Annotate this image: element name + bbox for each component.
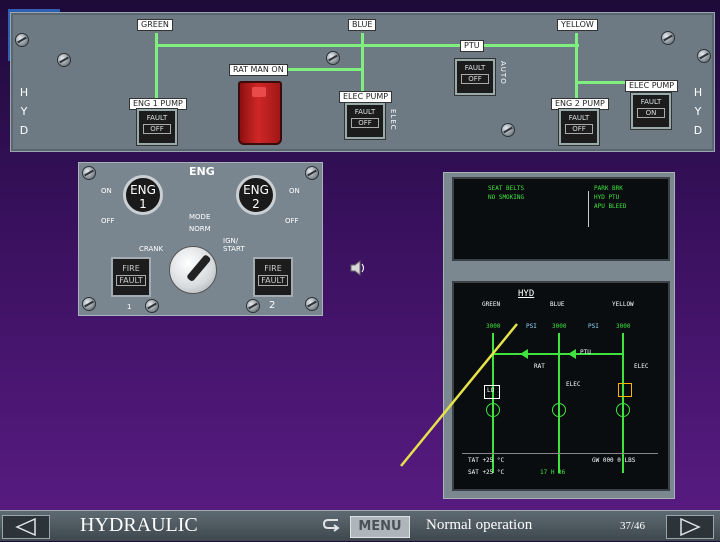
screw-icon [15, 33, 29, 47]
rat-man-on-guard[interactable] [238, 81, 282, 145]
green-system-label: GREEN [137, 19, 173, 31]
eng1-on-label: ON [101, 187, 112, 195]
hyd-page-title: HYD [518, 289, 535, 299]
screw-icon [246, 299, 260, 313]
eng2-master-switch[interactable]: ENG 2 [236, 175, 276, 215]
screw-icon [82, 166, 96, 180]
memo-divider [588, 191, 589, 227]
memo-park-brk: PARK BRK [594, 185, 623, 192]
eng2-number: 2 [269, 300, 276, 311]
syn-blue-pressure: 3000 [552, 323, 567, 330]
eng1-master-switch[interactable]: ENG 1 [123, 175, 163, 215]
status-text: Normal operation [426, 517, 533, 533]
memo-seat-belts: SEAT BELTS [488, 185, 525, 192]
screw-icon [305, 297, 319, 311]
arrow-right-icon [680, 517, 701, 537]
eng2-pump-button[interactable]: FAULT OFF [559, 109, 599, 145]
eng1-fire-fault-button[interactable]: FIRE FAULT [111, 257, 151, 297]
syn-green-label: GREEN [482, 301, 501, 308]
screw-icon [501, 123, 515, 137]
ptu-button[interactable]: FAULT OFF [455, 59, 495, 95]
crank-label: CRANK [139, 245, 164, 253]
syn-elec-pump-box [618, 383, 632, 397]
side-letters-left: HYD [19, 86, 29, 137]
rat-man-on-label: RAT MAN ON [229, 64, 288, 76]
auto-label: AUTO [499, 61, 507, 85]
bottom-nav-bar: HYDRAULIC MENU Normal operation 37/46 [0, 510, 720, 541]
blue-line [361, 33, 364, 93]
sat-readout: SAT +25 °C [468, 469, 505, 476]
screw-icon [697, 49, 711, 63]
clock-readout: 17 H 36 [540, 469, 566, 476]
section-title: HYDRAULIC [80, 514, 198, 536]
hyd-overhead-panel: HYD HYD GREEN BLUE YELLOW PTU RAT MAN ON… [10, 12, 715, 152]
rat-line [279, 68, 363, 71]
syn-rat-label: RAT [534, 363, 545, 370]
eng1-pump-button[interactable]: FAULT OFF [137, 109, 177, 145]
ign-start-label: IGN/ START [223, 237, 245, 253]
syn-ptu-arrow-icon [568, 349, 576, 359]
eng-panel-title: ENG [189, 165, 215, 178]
syn-elec-label-right: ELEC [634, 363, 649, 370]
mode-label: MODE [189, 213, 211, 221]
arrow-left-icon [15, 517, 36, 537]
eng-start-panel: ENG ENG 1 ENG 2 ON OFF ON OFF MODE NORM … [78, 162, 323, 316]
memo-apu-bleed: APU BLEED [594, 203, 627, 210]
side-letters-right: HYD [693, 86, 703, 137]
blue-system-label: BLUE [348, 19, 377, 31]
elec-pump-yellow-label: ELEC PUMP [625, 80, 679, 92]
screw-icon [326, 51, 340, 65]
pointer-arrow [400, 323, 518, 467]
yellow-elec-pump-button[interactable]: FAULT ON [631, 93, 671, 129]
syn-elec-label-center: ELEC [566, 381, 581, 388]
blue-elec-pump-button[interactable]: FAULT OFF [345, 103, 385, 139]
psi-unit-left: PSI [526, 323, 537, 330]
ptu-label: PTU [460, 40, 484, 52]
screw-icon [145, 299, 159, 313]
menu-button[interactable]: MENU [350, 516, 410, 538]
syn-ptu-label: PTU [580, 349, 591, 356]
memo-hyd-ptu: HYD PTU [594, 194, 620, 201]
eng1-off-label: OFF [101, 217, 115, 225]
screw-icon [57, 53, 71, 67]
elec-label: ELEC [389, 109, 397, 131]
eng1-number: 1 [127, 303, 132, 311]
elec-pump-line [575, 81, 631, 84]
next-page-button[interactable] [666, 515, 714, 539]
syn-yellow-pump-icon [616, 403, 630, 417]
eng2-on-label: ON [289, 187, 300, 195]
screw-icon [661, 31, 675, 45]
gw-readout: GW 000 0 LBS [592, 457, 636, 464]
memo-no-smoking: NO SMOKING [488, 194, 525, 201]
speaker-icon[interactable] [350, 259, 368, 277]
screw-icon [82, 297, 96, 311]
ptu-crossline [155, 44, 579, 47]
norm-label: NORM [189, 225, 211, 233]
psi-unit-right: PSI [588, 323, 599, 330]
page-counter: 37/46 [620, 520, 646, 532]
yellow-system-label: YELLOW [557, 19, 598, 31]
return-icon[interactable] [320, 515, 344, 537]
eng2-fire-fault-button[interactable]: FIRE FAULT [253, 257, 293, 297]
elec-pump-blue-label: ELEC PUMP [339, 91, 393, 103]
syn-blue-pump-icon [552, 403, 566, 417]
mode-selector-knob[interactable] [169, 246, 217, 294]
prev-page-button[interactable] [2, 515, 50, 539]
ecam-memo-screen: SEAT BELTS NO SMOKING PARK BRK HYD PTU A… [452, 177, 670, 261]
screw-icon [305, 166, 319, 180]
syn-yellow-pressure: 3000 [616, 323, 631, 330]
syn-blue-label: BLUE [550, 301, 565, 308]
eng2-off-label: OFF [285, 217, 299, 225]
syn-yellow-label: YELLOW [612, 301, 634, 308]
